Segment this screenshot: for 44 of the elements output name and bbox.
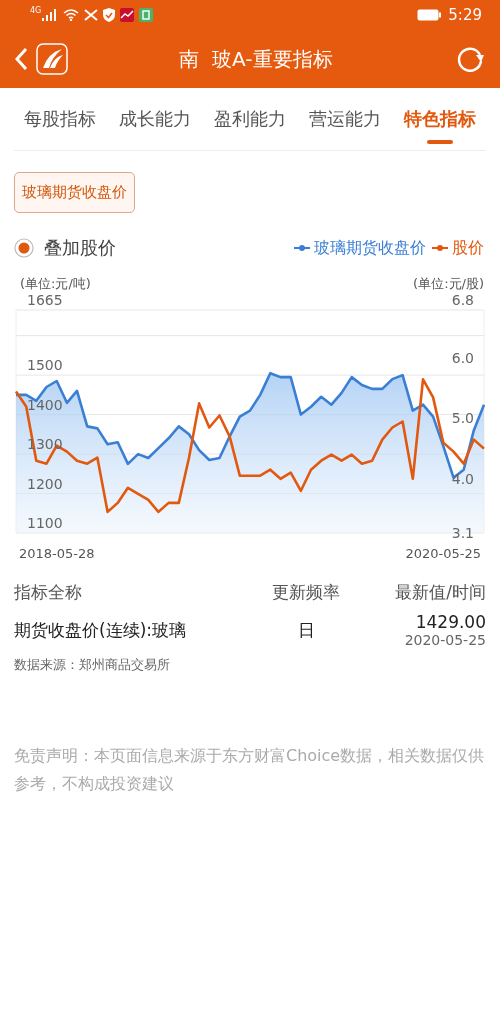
chart-app-icon [120,8,135,22]
latest-date: 2020-05-25 [404,632,486,648]
shield-icon [103,8,116,22]
indicator-chip[interactable]: 玻璃期货收盘价 [14,172,135,213]
axis-unit-label: (单位:元/吨) [20,275,91,293]
radio-button[interactable] [14,238,34,258]
y-axis-tick: 4.0 [451,470,474,487]
back-icon[interactable] [14,47,28,71]
signal-icon [42,9,59,21]
x-axis-tick: 2018-05-28 [18,546,95,561]
axis-unit-label: (单位:元/股) [413,275,484,293]
battery-icon [417,9,442,21]
column-header: 最新值/时间 [394,581,486,604]
y-axis-tick: 6.0 [451,350,474,367]
y-axis-tick: 1200 [27,475,63,492]
legend-label: 股价 [452,237,484,259]
data-source: 数据来源：郑州商品交易所 [13,656,171,674]
page-title: 南 玻A-重要指标 [178,45,334,73]
tab[interactable]: 营运能力 [309,88,381,150]
legend-label: 玻璃期货收盘价 [314,237,426,259]
column-header: 更新频率 [271,581,341,604]
app-icon [139,8,154,22]
x-axis-tick: 2020-05-25 [405,546,482,561]
y-axis-tick: 1500 [27,357,63,374]
status-time: 5:29 [448,6,482,24]
tab[interactable]: 成长能力 [119,88,191,150]
tab[interactable]: 盈利能力 [214,88,286,150]
latest-value: 1429.00 [415,612,486,632]
disclaimer-text: 免责声明：本页面信息来源于东方财富Choice数据，相关数据仅供参考，不构成投资建议 [13,745,486,795]
y-axis-tick: 1665 [27,292,63,308]
overlay-label: 叠加股价 [44,236,116,260]
column-header: 指标全称 [14,581,83,604]
y-axis-tick: 3.1 [451,525,474,541]
tab[interactable]: 每股指标 [24,88,96,150]
y-axis-tick: 1400 [27,396,63,413]
signal-label: 4G [30,6,42,15]
indicator-name: 期货收盘价(连续):玻璃 [14,618,187,642]
y-axis-tick: 1100 [27,515,63,531]
tab[interactable]: 特色指标 [404,88,476,150]
update-frequency: 日 [296,618,316,642]
wifi-icon [63,9,80,21]
y-axis-tick: 6.8 [451,292,474,308]
y-axis-tick: 5.0 [451,410,474,427]
logo-icon [36,43,68,75]
